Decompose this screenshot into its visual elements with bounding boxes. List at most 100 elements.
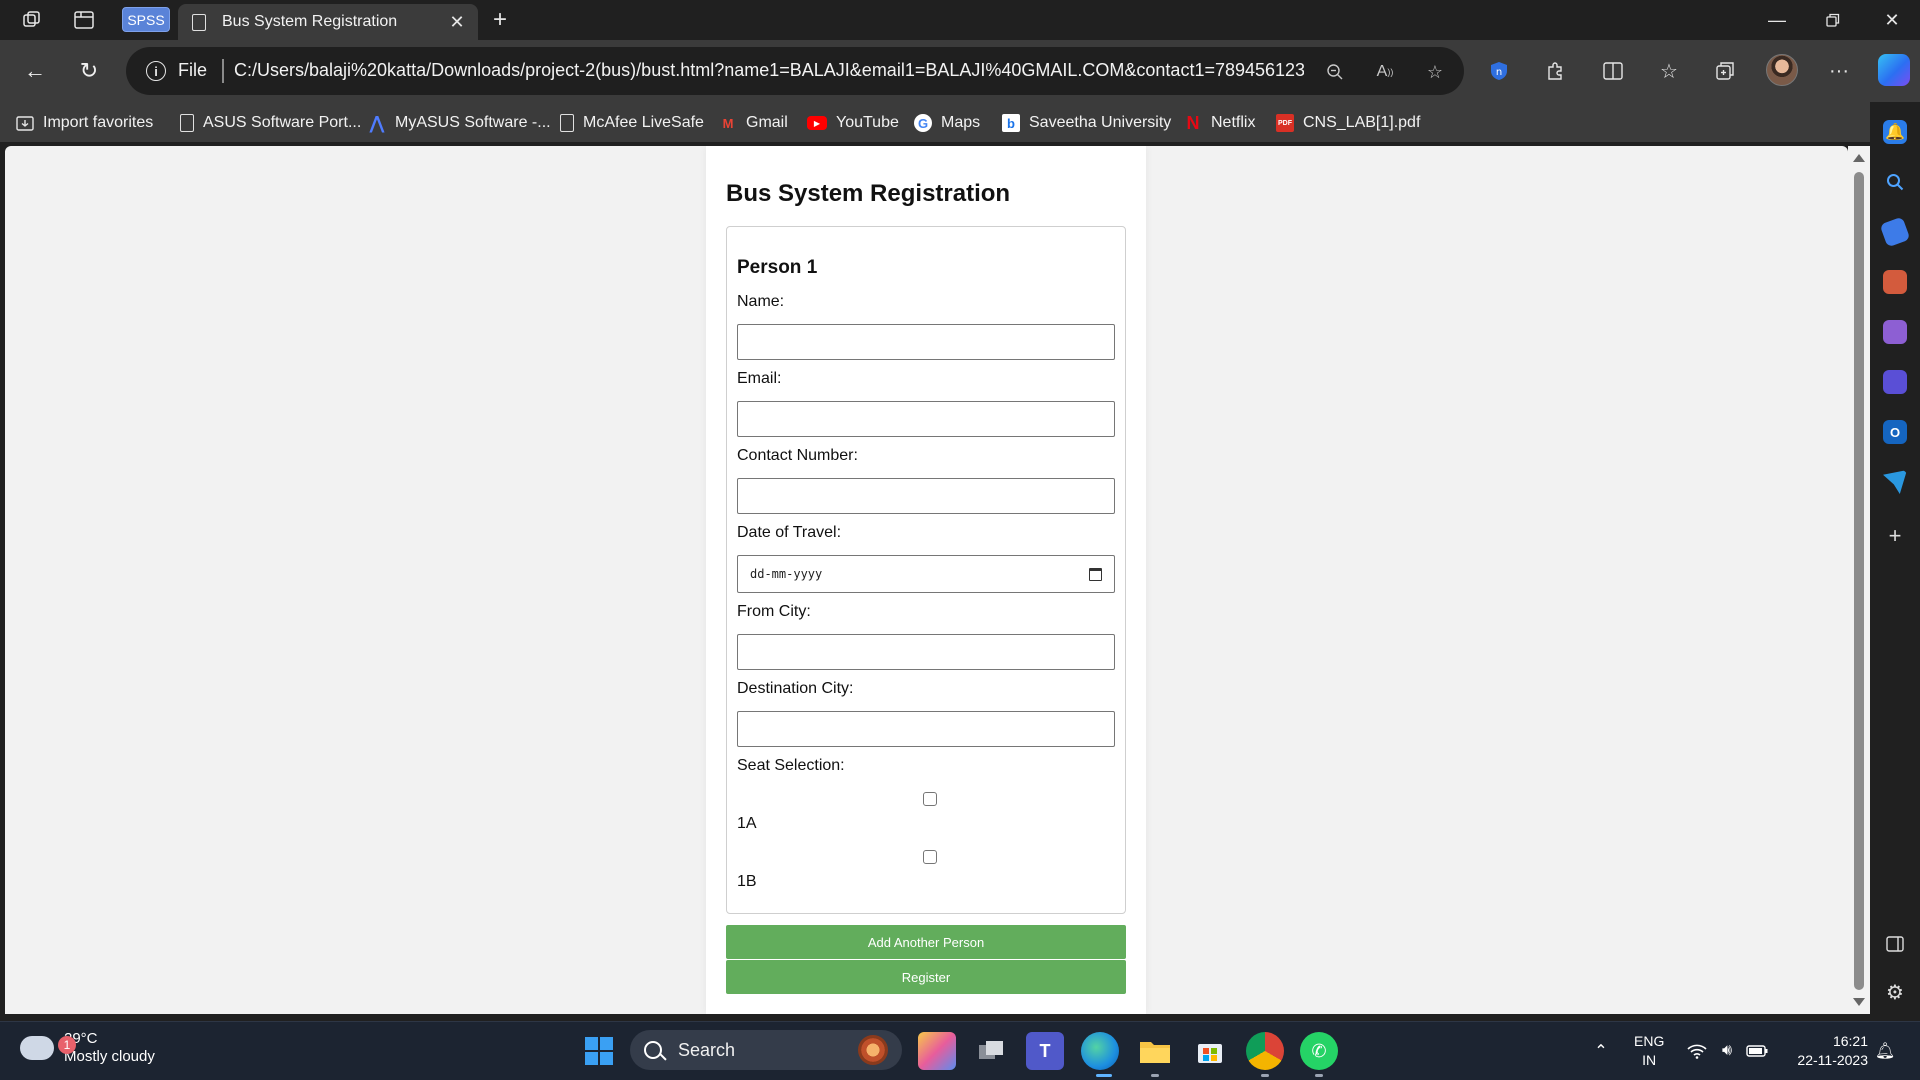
workspaces-icon[interactable]	[20, 8, 44, 32]
volume-icon[interactable]: 🔊︎	[1716, 1040, 1738, 1062]
favorite-netflix[interactable]: N Netflix	[1184, 112, 1256, 134]
scroll-up-icon[interactable]	[1853, 154, 1865, 162]
site-info-icon[interactable]: i	[146, 61, 166, 81]
date-label: Date of Travel:	[737, 524, 842, 541]
input-language[interactable]: ENG IN	[1634, 1032, 1664, 1070]
destination-city-input[interactable]	[737, 711, 1115, 747]
scrollbar-thumb[interactable]	[1854, 172, 1864, 990]
battery-icon[interactable]	[1746, 1040, 1768, 1062]
favorite-label: ASUS Software Port...	[203, 114, 362, 131]
browser-title-bar: SPSS Bus System Registration ✕ + — ✕	[0, 0, 1920, 40]
outlook-icon[interactable]: O	[1883, 420, 1907, 444]
favorites-bar: Import favorites ASUS Software Port... ⋀…	[0, 102, 1920, 142]
chrome-open-indicator	[1261, 1074, 1269, 1077]
new-tab-icon[interactable]: +	[488, 6, 512, 33]
minimize-icon[interactable]: —	[1749, 0, 1805, 40]
date-placeholder: dd-mm-yyyy	[750, 567, 823, 581]
tab-spss[interactable]: SPSS	[122, 7, 170, 32]
import-icon	[16, 114, 34, 132]
favorite-maps[interactable]: G Maps	[914, 112, 980, 134]
name-input[interactable]	[737, 324, 1115, 360]
favorite-import[interactable]: Import favorites	[16, 112, 153, 134]
url-text[interactable]: C:/Users/balaji%20katta/Downloads/projec…	[234, 60, 1304, 81]
google-icon: G	[914, 114, 932, 132]
page-viewport: Bus System Registration Person 1 Name: E…	[5, 146, 1848, 1014]
tools-icon[interactable]	[1883, 270, 1907, 294]
extensions-icon[interactable]	[1538, 54, 1572, 88]
weather-badge: 1	[58, 1036, 76, 1054]
more-options-icon[interactable]: ···	[1822, 54, 1856, 88]
refresh-icon[interactable]: ↻	[72, 54, 106, 88]
page-scrollbar[interactable]	[1848, 146, 1870, 1014]
seat-1b-label: 1B	[737, 873, 757, 890]
add-sidebar-app-icon[interactable]: +	[1883, 523, 1907, 548]
photos-preview-icon[interactable]	[918, 1032, 956, 1070]
favorite-youtube[interactable]: ▶ YouTube	[807, 112, 899, 134]
split-screen-icon[interactable]	[1596, 54, 1630, 88]
weather-widget[interactable]: 1 29°C Mostly cloudy	[20, 1030, 155, 1066]
favorite-myasus[interactable]: ⋀ MyASUS Software -...	[368, 112, 550, 134]
hide-sidebar-icon[interactable]	[1883, 932, 1907, 956]
favorite-asus-portal[interactable]: ASUS Software Port...	[180, 112, 361, 134]
email-label: Email:	[737, 370, 782, 387]
windows-start-icon[interactable]	[580, 1032, 618, 1070]
shield-extension-icon[interactable]: n	[1482, 54, 1516, 88]
show-hidden-icons-chevron-icon[interactable]: ⌃	[1590, 1040, 1612, 1062]
scroll-down-icon[interactable]	[1853, 998, 1865, 1006]
whatsapp-icon[interactable]: ✆	[1300, 1032, 1338, 1070]
restore-icon[interactable]	[1805, 0, 1861, 40]
microsoft-365-icon[interactable]	[1883, 370, 1907, 394]
cloudy-weather-icon	[20, 1036, 54, 1060]
gmail-icon: M	[722, 115, 734, 131]
contact-input[interactable]	[737, 478, 1115, 514]
bell-icon[interactable]: 🔔	[1883, 120, 1907, 144]
favorite-gmail[interactable]: M Gmail	[719, 112, 788, 134]
zoom-icon[interactable]	[1322, 59, 1348, 85]
notification-bell-icon[interactable]: 🔔︎	[1874, 1040, 1896, 1062]
weather-text: 29°C Mostly cloudy	[64, 1030, 155, 1066]
taskbar-search[interactable]: Search	[630, 1030, 902, 1070]
close-tab-icon[interactable]: ✕	[444, 9, 470, 35]
close-window-icon[interactable]: ✕	[1864, 0, 1920, 40]
address-bar[interactable]: i File C:/Users/balaji%20katta/Downloads…	[126, 47, 1464, 95]
task-view-icon[interactable]	[972, 1032, 1010, 1070]
register-button[interactable]: Register	[726, 960, 1126, 994]
microsoft-store-icon[interactable]	[1191, 1032, 1229, 1070]
page-icon	[192, 13, 206, 31]
email-input[interactable]	[737, 401, 1115, 437]
favorite-cns-lab-pdf[interactable]: PDF CNS_LAB[1].pdf	[1276, 112, 1420, 134]
calendar-icon[interactable]	[1089, 567, 1102, 581]
file-explorer-icon[interactable]	[1136, 1032, 1174, 1070]
favorite-saveetha[interactable]: b Saveetha University	[1002, 112, 1171, 134]
favorites-icon[interactable]: ☆	[1652, 54, 1686, 88]
tab-bus-registration[interactable]: Bus System Registration ✕	[178, 4, 478, 40]
tab-actions-icon[interactable]	[72, 8, 96, 32]
svg-text:n: n	[1496, 67, 1502, 78]
favorite-mcafee[interactable]: McAfee LiveSafe	[560, 112, 704, 134]
favorite-label: Saveetha University	[1029, 114, 1172, 131]
games-icon[interactable]	[1883, 320, 1907, 344]
seat-1a-label: 1A	[737, 815, 757, 832]
seat-1b-checkbox[interactable]	[923, 850, 937, 864]
copilot-icon[interactable]	[1878, 54, 1910, 86]
seat-1a-checkbox[interactable]	[923, 792, 937, 806]
back-icon[interactable]: ←	[18, 54, 52, 88]
drop-icon[interactable]	[1883, 470, 1907, 494]
date-of-travel-input[interactable]: dd-mm-yyyy	[737, 555, 1115, 593]
read-aloud-icon[interactable]: A))	[1372, 59, 1398, 85]
address-separator	[222, 59, 224, 83]
chrome-icon[interactable]	[1246, 1032, 1284, 1070]
favorite-label: Maps	[941, 114, 981, 131]
system-clock[interactable]: 16:21 22-11-2023	[1780, 1032, 1868, 1070]
shopping-tag-icon[interactable]	[1879, 216, 1911, 248]
collections-icon[interactable]	[1708, 54, 1742, 88]
add-another-person-button[interactable]: Add Another Person	[726, 925, 1126, 959]
favorite-star-icon[interactable]: ☆	[1422, 59, 1448, 85]
edge-browser-icon[interactable]	[1081, 1032, 1119, 1070]
from-city-input[interactable]	[737, 634, 1115, 670]
settings-gear-icon[interactable]: ⚙	[1883, 980, 1907, 1004]
teams-icon[interactable]: T	[1026, 1032, 1064, 1070]
search-icon[interactable]	[1883, 170, 1907, 194]
profile-avatar[interactable]	[1766, 54, 1798, 86]
wifi-icon[interactable]	[1686, 1040, 1708, 1062]
